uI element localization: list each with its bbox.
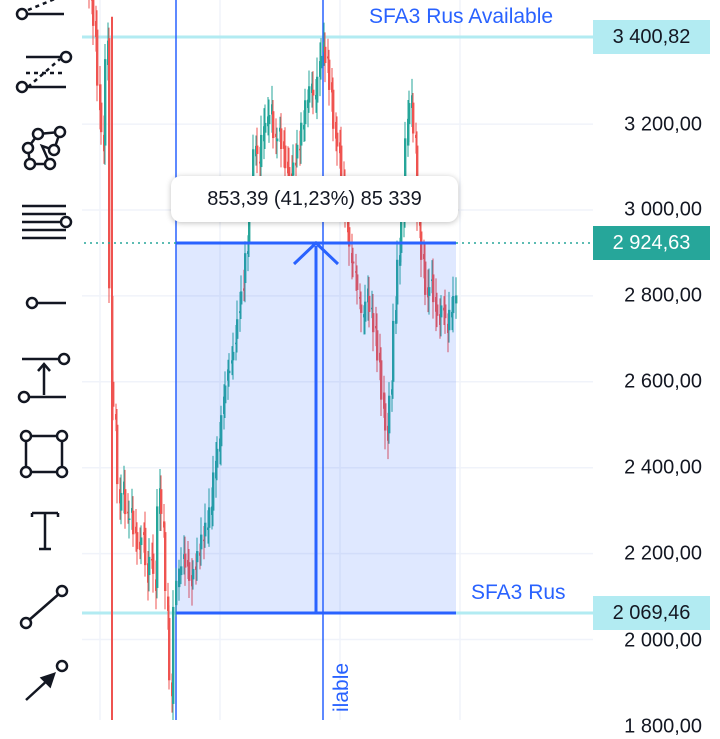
candle-body	[268, 114, 271, 125]
candle-body	[132, 510, 135, 535]
lower-level-label: SFA3 Rus	[471, 581, 566, 604]
lower-level-price-tag: 2 069,46	[593, 596, 710, 630]
candle-body	[332, 89, 335, 129]
fib-retracement-tool[interactable]	[14, 45, 74, 101]
candle-body	[92, 0, 95, 26]
pattern-tool[interactable]	[14, 120, 74, 176]
vertical-line-label: ilable	[330, 662, 353, 712]
candle-body	[120, 492, 123, 511]
candle-body	[304, 100, 307, 125]
candle-body	[128, 518, 131, 521]
trend-angle-icon	[15, 0, 64, 21]
candle-body	[340, 145, 343, 179]
candle-body	[292, 162, 295, 176]
candle-body	[300, 122, 303, 146]
candle-body	[140, 537, 143, 546]
candle-body	[312, 89, 315, 96]
candle-body	[324, 46, 327, 64]
pattern-icon	[21, 125, 67, 171]
candle-body	[148, 556, 151, 576]
price-range-tool[interactable]	[14, 351, 74, 407]
arrow-icon	[25, 659, 69, 701]
rectangle-tool[interactable]	[14, 426, 74, 482]
price-tick: 2 400,00	[624, 456, 702, 479]
candle-body	[412, 102, 415, 134]
rectangle-icon	[19, 429, 69, 479]
trend-line-icon	[19, 584, 69, 630]
price-range-icon	[17, 352, 71, 404]
trend-angle-tool[interactable]	[14, 0, 74, 34]
candle-body	[136, 532, 139, 550]
price-tick: 2 000,00	[624, 629, 702, 652]
price-tick: 2 600,00	[624, 370, 702, 393]
candle-body	[328, 59, 331, 90]
fib-retracement-icon	[15, 50, 73, 94]
candle-body	[116, 424, 119, 485]
candle-body	[320, 55, 323, 69]
arrow-tool[interactable]	[14, 656, 74, 712]
candle-body	[152, 553, 155, 574]
price-tick: 2 800,00	[624, 284, 702, 307]
price-tick: 3 000,00	[624, 198, 702, 221]
price-tick: 2 200,00	[624, 542, 702, 565]
upper-level-price-tag: 3 400,82	[593, 20, 710, 54]
horizontal-ray-icon	[25, 296, 66, 310]
candle-body	[156, 506, 159, 588]
candle-body	[108, 38, 111, 289]
candle-body	[280, 128, 283, 150]
candle-body	[316, 76, 319, 103]
candle-body	[164, 532, 167, 591]
candle-body	[168, 618, 171, 681]
current-price-tag: 2 924,63	[593, 226, 710, 260]
price-tick: 1 800,00	[624, 715, 702, 738]
candle-body	[408, 103, 411, 125]
horizontal-lines-tool[interactable]	[14, 196, 74, 252]
horizontal-lines-icon	[22, 204, 73, 240]
candle-body	[124, 489, 127, 515]
candle-body	[172, 606, 175, 704]
price-range-measure[interactable]	[176, 240, 456, 615]
candle-body	[104, 59, 107, 146]
candle-body	[276, 138, 279, 142]
chart-screen: SFA3 Rus Available SFA3 Rus ilable 853,3…	[0, 0, 720, 738]
measure-readout: 853,39 (41,23%) 85 339	[171, 176, 458, 222]
text-tool[interactable]	[14, 503, 74, 559]
candle-body	[160, 489, 163, 514]
candle-body	[264, 122, 267, 133]
candle-body	[336, 132, 339, 147]
candle-body	[308, 86, 311, 103]
candle-body	[260, 134, 263, 168]
trend-line-tool[interactable]	[14, 579, 74, 635]
upper-level-label: SFA3 Rus Available	[369, 5, 554, 28]
candle-body	[144, 527, 147, 566]
drawing-toolbar	[0, 0, 82, 720]
candle-body	[296, 144, 299, 159]
price-tick: 3 200,00	[624, 113, 702, 136]
candle-body	[272, 111, 275, 139]
text-icon	[30, 511, 60, 551]
candle-body	[284, 145, 287, 169]
candle-body	[256, 145, 259, 154]
candle-body	[96, 29, 99, 86]
candle-body	[100, 102, 103, 133]
horizontal-ray-tool[interactable]	[14, 275, 74, 331]
